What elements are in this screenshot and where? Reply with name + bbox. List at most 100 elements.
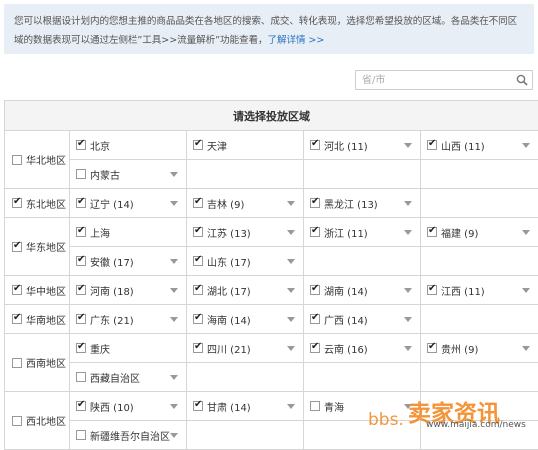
province-item[interactable]: 山东 (17)	[187, 247, 303, 275]
province-checkbox[interactable]	[310, 314, 320, 324]
province-item[interactable]: 四川 (21)	[187, 334, 303, 362]
province-item[interactable]: 陕西 (10)	[70, 392, 186, 420]
chevron-down-icon[interactable]	[170, 404, 178, 409]
chevron-down-icon[interactable]	[170, 201, 178, 206]
province-checkbox[interactable]	[310, 140, 320, 150]
province-item[interactable]: 福建 (9)	[421, 218, 538, 246]
province-checkbox[interactable]	[76, 314, 86, 324]
province-checkbox[interactable]	[76, 140, 86, 150]
chevron-down-icon[interactable]	[404, 288, 412, 293]
province-item[interactable]: 黑龙江 (13)	[304, 189, 420, 217]
province-checkbox[interactable]	[76, 372, 86, 382]
region-toggle[interactable]: 西北地区	[5, 413, 69, 428]
chevron-down-icon[interactable]	[287, 288, 295, 293]
province-item[interactable]: 西藏自治区	[70, 363, 186, 391]
chevron-down-icon[interactable]	[404, 201, 412, 206]
province-checkbox[interactable]	[427, 343, 437, 353]
region-checkbox[interactable]	[12, 242, 22, 252]
chevron-down-icon[interactable]	[287, 404, 295, 409]
province-checkbox[interactable]	[427, 227, 437, 237]
region-toggle[interactable]: 华北地区	[5, 152, 69, 167]
chevron-down-icon[interactable]	[404, 230, 412, 235]
province-checkbox[interactable]	[310, 343, 320, 353]
province-checkbox[interactable]	[193, 256, 203, 266]
province-item[interactable]: 广西 (14)	[304, 305, 420, 333]
chevron-down-icon[interactable]	[522, 143, 530, 148]
province-checkbox[interactable]	[76, 343, 86, 353]
province-item[interactable]: 贵州 (9)	[421, 334, 538, 362]
province-checkbox[interactable]	[193, 227, 203, 237]
province-item[interactable]: 青海	[304, 392, 420, 420]
province-checkbox[interactable]	[427, 140, 437, 150]
province-item[interactable]: 湖南 (14)	[304, 276, 420, 304]
chevron-down-icon[interactable]	[287, 230, 295, 235]
region-toggle[interactable]: 华中地区	[5, 283, 69, 298]
chevron-down-icon[interactable]	[170, 433, 178, 438]
province-item[interactable]: 安徽 (17)	[70, 247, 186, 275]
region-checkbox[interactable]	[12, 285, 22, 295]
province-checkbox[interactable]	[193, 314, 203, 324]
province-item[interactable]: 山西 (11)	[421, 131, 538, 159]
chevron-down-icon[interactable]	[404, 143, 412, 148]
region-checkbox[interactable]	[12, 155, 22, 165]
region-checkbox[interactable]	[12, 314, 22, 324]
province-item[interactable]: 上海	[70, 218, 186, 246]
province-item[interactable]: 江苏 (13)	[187, 218, 303, 246]
chevron-down-icon[interactable]	[404, 404, 412, 409]
province-checkbox[interactable]	[76, 227, 86, 237]
chevron-down-icon[interactable]	[170, 172, 178, 177]
province-checkbox[interactable]	[310, 227, 320, 237]
province-checkbox[interactable]	[193, 401, 203, 411]
region-checkbox[interactable]	[12, 358, 22, 368]
province-item[interactable]: 辽宁 (14)	[70, 189, 186, 217]
region-checkbox[interactable]	[12, 416, 22, 426]
province-checkbox[interactable]	[310, 285, 320, 295]
province-item[interactable]: 海南 (14)	[187, 305, 303, 333]
province-checkbox[interactable]	[310, 198, 320, 208]
province-item[interactable]: 广东 (21)	[70, 305, 186, 333]
chevron-down-icon[interactable]	[170, 259, 178, 264]
province-checkbox[interactable]	[427, 285, 437, 295]
province-item[interactable]: 河北 (11)	[304, 131, 420, 159]
province-checkbox[interactable]	[76, 169, 86, 179]
province-item[interactable]: 湖北 (17)	[187, 276, 303, 304]
province-item[interactable]: 重庆	[70, 334, 186, 362]
chevron-down-icon[interactable]	[287, 201, 295, 206]
chevron-down-icon[interactable]	[170, 317, 178, 322]
chevron-down-icon[interactable]	[522, 288, 530, 293]
province-checkbox[interactable]	[310, 401, 320, 411]
province-checkbox[interactable]	[193, 198, 203, 208]
province-item[interactable]: 内蒙古	[70, 160, 186, 188]
chevron-down-icon[interactable]	[287, 346, 295, 351]
chevron-down-icon[interactable]	[404, 346, 412, 351]
region-toggle[interactable]: 西南地区	[5, 355, 69, 370]
province-item[interactable]: 新疆维吾尔自治区	[70, 421, 186, 449]
chevron-down-icon[interactable]	[287, 317, 295, 322]
province-item[interactable]: 云南 (16)	[304, 334, 420, 362]
province-item[interactable]: 北京	[70, 131, 186, 159]
province-item[interactable]: 吉林 (9)	[187, 189, 303, 217]
province-item[interactable]: 甘肃 (14)	[187, 392, 303, 420]
learn-more-link[interactable]: 了解详情 >>	[267, 35, 324, 46]
chevron-down-icon[interactable]	[404, 317, 412, 322]
region-toggle[interactable]: 华南地区	[5, 312, 69, 327]
province-checkbox[interactable]	[193, 343, 203, 353]
province-item[interactable]: 江西 (11)	[421, 276, 538, 304]
province-checkbox[interactable]	[193, 285, 203, 295]
province-checkbox[interactable]	[76, 401, 86, 411]
chevron-down-icon[interactable]	[522, 346, 530, 351]
province-checkbox[interactable]	[76, 430, 86, 440]
region-checkbox[interactable]	[12, 198, 22, 208]
chevron-down-icon[interactable]	[287, 259, 295, 264]
region-toggle[interactable]: 东北地区	[5, 196, 69, 211]
province-checkbox[interactable]	[76, 198, 86, 208]
province-checkbox[interactable]	[193, 140, 203, 150]
search-input[interactable]	[362, 71, 512, 89]
province-checkbox[interactable]	[76, 256, 86, 266]
region-toggle[interactable]: 华东地区	[5, 239, 69, 254]
province-item[interactable]: 河南 (18)	[70, 276, 186, 304]
province-checkbox[interactable]	[76, 285, 86, 295]
chevron-down-icon[interactable]	[170, 375, 178, 380]
province-item[interactable]: 天津	[187, 131, 303, 159]
chevron-down-icon[interactable]	[170, 288, 178, 293]
